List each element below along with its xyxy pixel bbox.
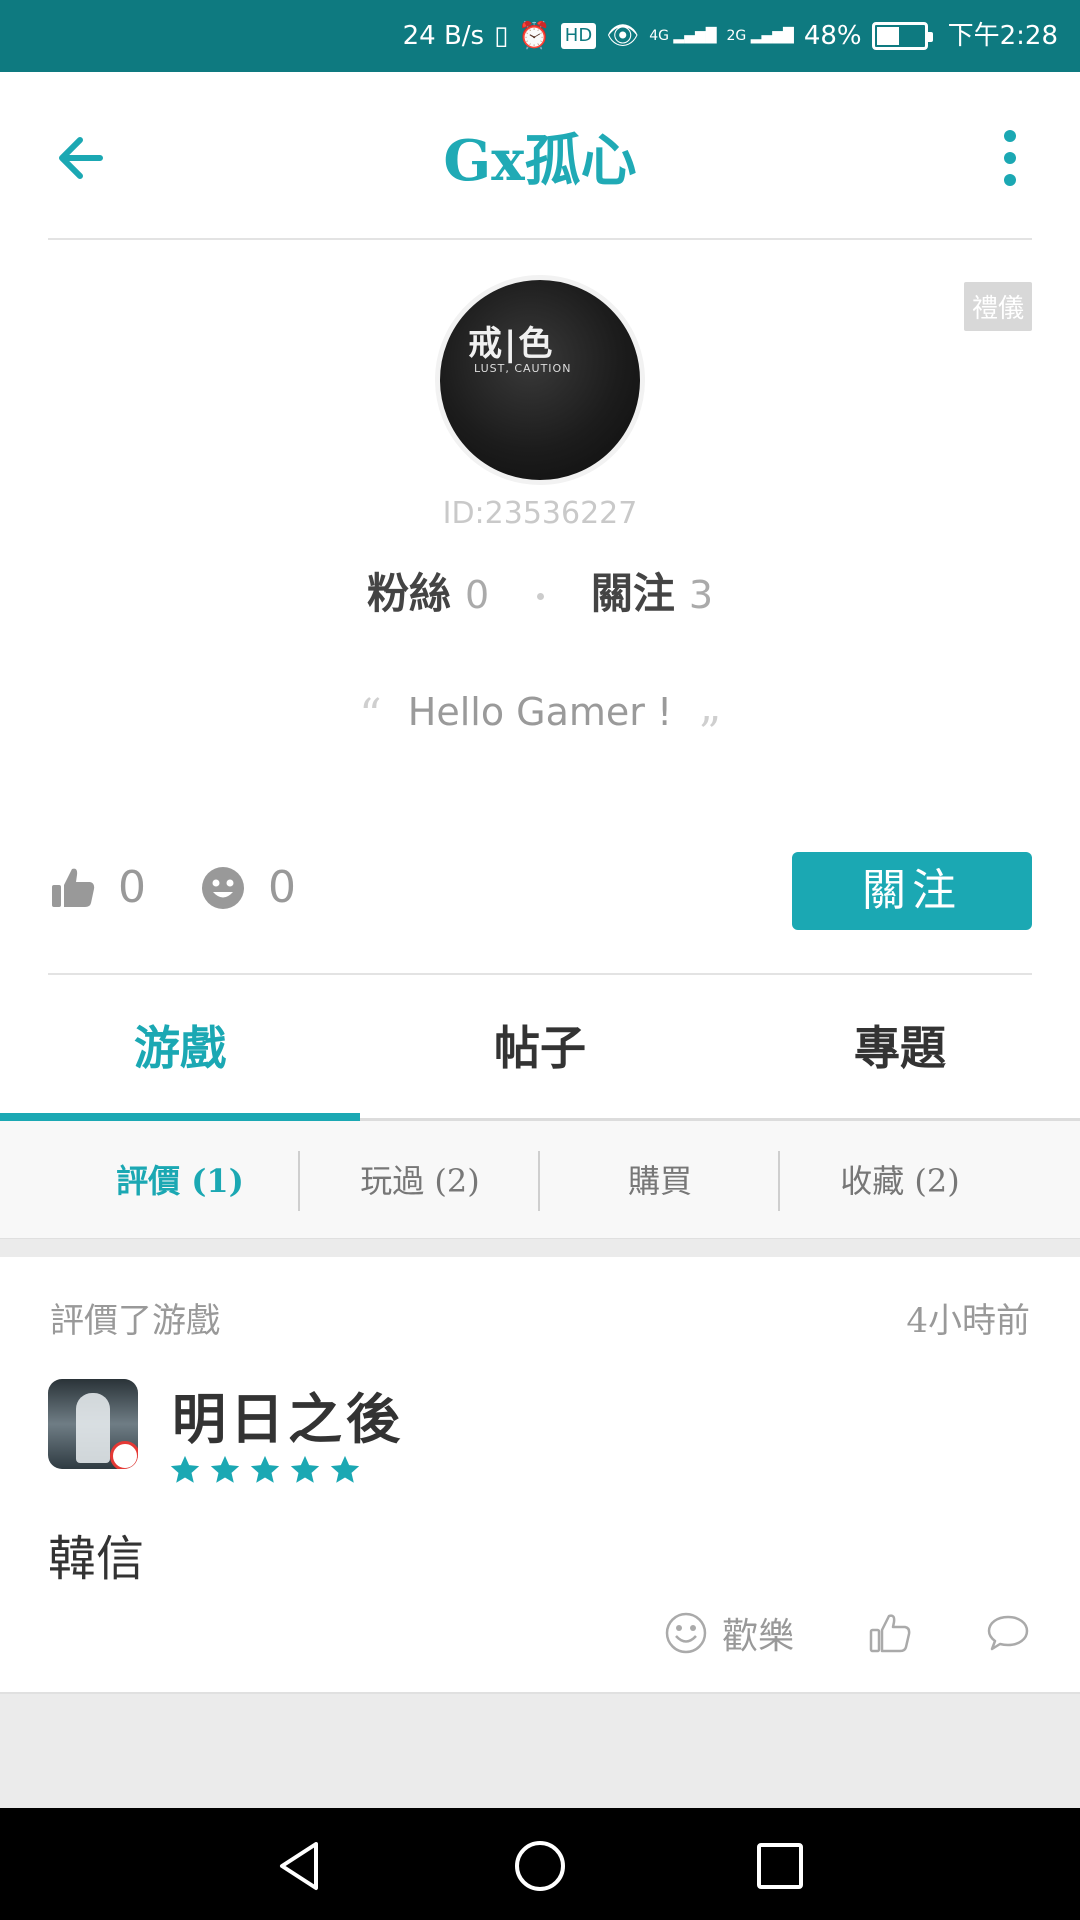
comment-icon — [987, 1615, 1029, 1651]
smiley-outline-icon — [665, 1612, 707, 1654]
follow-button[interactable]: 關注 — [792, 852, 1032, 930]
nav-back-icon[interactable] — [272, 1838, 328, 1894]
publisher-badge-icon — [110, 1441, 138, 1469]
hd-icon: HD — [560, 23, 597, 49]
avatar-art-subtext: LUST, CAUTION — [474, 362, 572, 375]
star-icon — [250, 1455, 280, 1483]
tab-posts[interactable]: 帖子 — [360, 975, 720, 1121]
reaction-label: 歡樂 — [721, 1616, 794, 1657]
battery-percent: 48% — [803, 21, 862, 51]
following-link[interactable]: 關注 3 — [591, 569, 713, 618]
profile-section: 禮儀 戒|色 LUST, CAUTION ID:23536227 粉絲 0 關注 3… — [0, 240, 1080, 975]
rating-stars — [168, 1453, 362, 1487]
signal-4g-icon: 4G ▂▄▆█ — [649, 28, 717, 44]
star-icon — [210, 1455, 240, 1483]
nav-recents-icon[interactable] — [752, 1838, 808, 1894]
subtab-purchased[interactable]: 購買 — [540, 1151, 780, 1211]
profile-stats: 0 0 — [50, 862, 350, 913]
app-header: Gx孤心 — [0, 72, 1080, 240]
subtab-played[interactable]: 玩過 (2) — [300, 1151, 540, 1211]
active-tab-indicator — [0, 1113, 360, 1121]
signal-2g-icon: 2G ▂▄▆█ — [726, 28, 794, 44]
comment-button[interactable] — [986, 1611, 1030, 1655]
smiles-count: 0 — [268, 862, 296, 913]
more-vertical-icon[interactable] — [1000, 128, 1020, 188]
etiquette-tag[interactable]: 禮儀 — [963, 282, 1032, 331]
subtab-reviews[interactable]: 評價 (1) — [60, 1151, 300, 1211]
subtab-favorites[interactable]: 收藏 (2) — [780, 1151, 1020, 1211]
fans-link[interactable]: 粉絲 0 — [367, 569, 503, 618]
follow-counts: 粉絲 0 關注 3 — [0, 560, 1080, 621]
like-button[interactable] — [868, 1611, 912, 1655]
clock: 下午2:28 — [947, 21, 1058, 51]
avatar-art-text: 戒|色 — [468, 324, 555, 364]
page-title: Gx孤心 — [443, 128, 637, 194]
vibrate-icon: ▯ — [494, 21, 509, 51]
tab-games[interactable]: 游戲 — [0, 975, 360, 1121]
game-icon-figure — [76, 1393, 110, 1463]
star-icon — [170, 1455, 200, 1483]
signature-text: Hello Gamer ! — [407, 690, 673, 734]
star-icon — [330, 1455, 360, 1483]
fans-label: 粉絲 — [366, 569, 451, 618]
system-nav-bar — [0, 1808, 1080, 1920]
review-card[interactable]: 評價了游戲 4小時前 明日之後 韓信 歡樂 — [0, 1257, 1080, 1694]
subtab-reviews-label: 評價 (1) — [116, 1162, 244, 1200]
review-actions: 歡樂 — [664, 1607, 1030, 1659]
alarm-icon: ⏰ — [518, 21, 551, 51]
thumbs-up-icon — [52, 868, 95, 907]
following-count: 3 — [688, 573, 714, 617]
review-meta: 評價了游戲 — [50, 1301, 220, 1341]
sub-tabs: 評價 (1) 玩過 (2) 購買 收藏 (2) — [0, 1121, 1080, 1239]
review-text: 韓信 — [48, 1531, 145, 1587]
following-label: 關注 — [590, 569, 675, 618]
user-signature: “ Hello Gamer ! ” — [0, 690, 1080, 759]
subtab-purchased-label: 購買 — [627, 1162, 692, 1200]
likes-count: 0 — [118, 862, 146, 913]
avatar[interactable]: 戒|色 LUST, CAUTION — [435, 275, 645, 485]
user-id: ID:23536227 — [442, 496, 638, 531]
separator-dot — [536, 593, 544, 600]
subtab-favorites-label: 收藏 (2) — [840, 1162, 960, 1200]
review-time: 4小時前 — [906, 1301, 1030, 1341]
main-tabs: 游戲 帖子 專題 — [0, 975, 1080, 1121]
subtab-played-label: 玩過 (2) — [360, 1162, 480, 1200]
fans-count: 0 — [464, 573, 490, 617]
smiley-icon — [202, 866, 244, 909]
eye-icon: 👁 — [606, 21, 640, 51]
tab-topics[interactable]: 專題 — [720, 975, 1080, 1121]
game-name[interactable]: 明日之後 — [172, 1375, 404, 1454]
status-bar: 24 B/s ▯ ⏰ HD 👁 4G ▂▄▆█ 2G ▂▄▆█ 48% 下午2:… — [0, 0, 1080, 72]
reaction-button[interactable]: 歡樂 — [664, 1607, 794, 1659]
quote-open-icon: “ — [359, 690, 382, 741]
game-icon[interactable] — [48, 1379, 138, 1469]
net-speed: 24 B/s — [402, 21, 485, 51]
battery-icon — [871, 22, 933, 50]
nav-home-icon[interactable] — [512, 1838, 568, 1894]
star-icon — [290, 1455, 320, 1483]
thumbs-up-outline-icon — [869, 1614, 911, 1653]
quote-close-icon: ” — [698, 708, 721, 759]
